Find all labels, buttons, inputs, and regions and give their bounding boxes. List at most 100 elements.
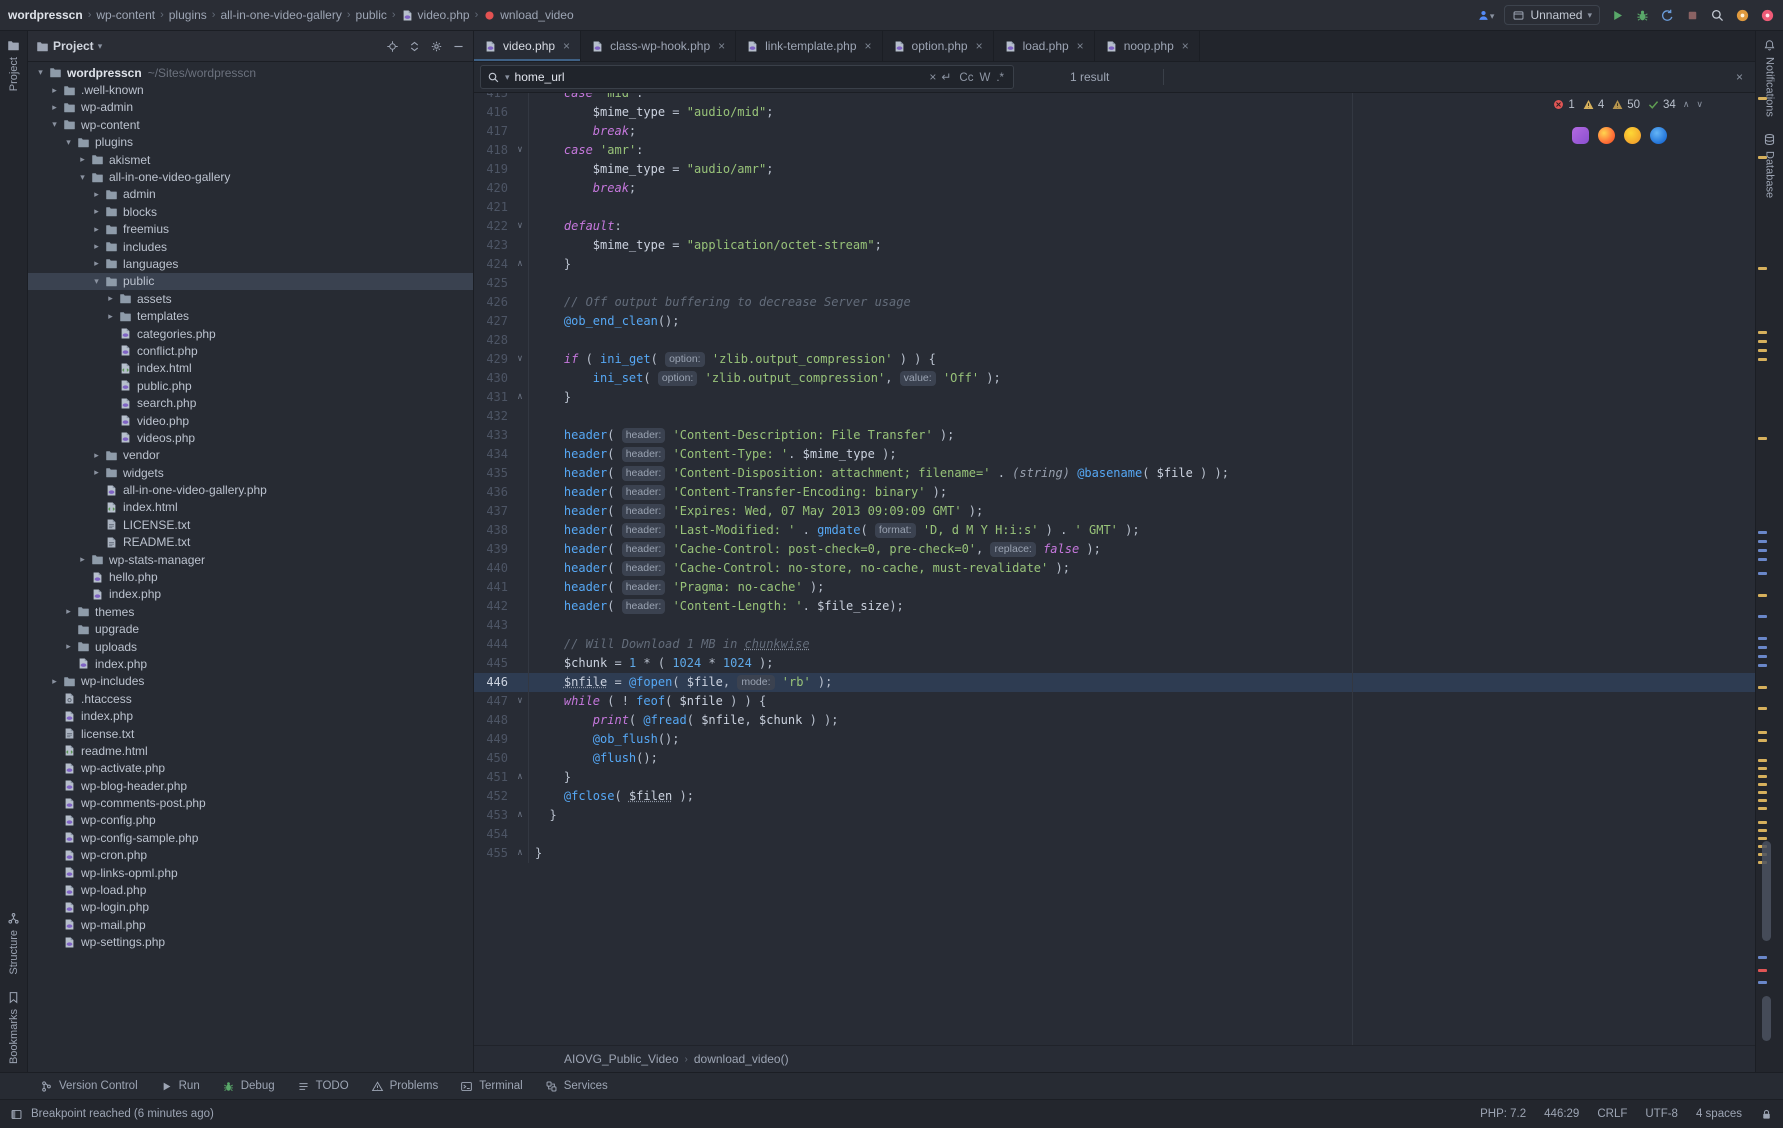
stop-button[interactable] xyxy=(1685,7,1700,22)
tree-item[interactable]: README.txt xyxy=(28,534,473,551)
error-stripe-mark[interactable] xyxy=(1758,594,1767,597)
tree-item[interactable]: search.php xyxy=(28,394,473,411)
tree-item[interactable]: wp-activate.php xyxy=(28,760,473,777)
collapsed-chevron-icon[interactable]: ▸ xyxy=(48,676,61,687)
editor-breadcrumb-item[interactable]: AIOVG_Public_Video xyxy=(564,1052,679,1066)
tree-item[interactable]: ▸includes xyxy=(28,238,473,255)
code-line[interactable]: 419 $mime_type = "audio/amr"; xyxy=(474,160,1755,179)
editor-tab[interactable]: video.php× xyxy=(474,31,581,61)
tool-window-button-debug[interactable]: Debug xyxy=(222,1080,275,1093)
code-line[interactable]: 431∧ } xyxy=(474,388,1755,407)
editor-scrollbar-thumb[interactable] xyxy=(1762,841,1771,941)
tree-item[interactable]: wp-config-sample.php xyxy=(28,829,473,846)
error-stripe-mark[interactable] xyxy=(1758,156,1767,159)
tree-item[interactable]: wp-load.php xyxy=(28,881,473,898)
tree-item[interactable]: ▸languages xyxy=(28,255,473,272)
code-line[interactable]: 444 // Will Download 1 MB in chunkwise xyxy=(474,635,1755,654)
close-tab-icon[interactable]: × xyxy=(865,39,872,53)
error-stripe-mark[interactable] xyxy=(1758,707,1767,710)
find-query[interactable]: home_url xyxy=(515,70,925,84)
chevron-down-icon[interactable]: ▾ xyxy=(98,41,103,52)
tree-item[interactable]: hello.php xyxy=(28,568,473,585)
firefox-browser-icon[interactable] xyxy=(1598,127,1615,144)
tool-window-button-run[interactable]: Run xyxy=(160,1080,200,1093)
code-line[interactable]: 424∧ } xyxy=(474,255,1755,274)
error-stripe-mark[interactable] xyxy=(1758,821,1767,824)
collapsed-chevron-icon[interactable]: ▸ xyxy=(90,189,103,200)
code-line[interactable]: 422∨ default: xyxy=(474,217,1755,236)
code-line[interactable]: 429∨ if ( ini_get( option: 'zlib.output_… xyxy=(474,350,1755,369)
breadcrumb-item[interactable]: plugins xyxy=(169,8,207,22)
code-line[interactable]: 453∧ } xyxy=(474,806,1755,825)
tree-item[interactable]: ▸admin xyxy=(28,186,473,203)
tree-item[interactable]: ▸blocks xyxy=(28,203,473,220)
error-stripe-mark[interactable] xyxy=(1758,739,1767,742)
tree-item[interactable]: ▸akismet xyxy=(28,151,473,168)
code-line[interactable]: 445 $chunk = 1 * ( 1024 * 1024 ); xyxy=(474,654,1755,673)
tool-stripe-button-notifications[interactable]: Notifications xyxy=(1763,31,1776,125)
tree-item[interactable]: ▾all-in-one-video-gallery xyxy=(28,168,473,185)
prev-error-icon[interactable]: ∧ xyxy=(1683,99,1690,110)
tree-item[interactable]: upgrade xyxy=(28,621,473,638)
tool-window-button-todo[interactable]: TODO xyxy=(297,1080,349,1093)
words-toggle[interactable]: W xyxy=(976,72,993,84)
tool-stripe-button-structure[interactable]: Structure xyxy=(7,904,20,983)
editor-tab[interactable]: class-wp-hook.php× xyxy=(581,31,736,61)
error-stripe-mark[interactable] xyxy=(1758,767,1767,770)
error-stripe-mark[interactable] xyxy=(1758,646,1767,649)
error-stripe-mark[interactable] xyxy=(1758,981,1767,984)
settings-icon[interactable] xyxy=(430,40,443,53)
code-line[interactable]: 447∨ while ( ! feof( $nfile ) ) { xyxy=(474,692,1755,711)
tool-stripe-button-database[interactable]: Database xyxy=(1763,125,1776,206)
error-stripe-mark[interactable] xyxy=(1758,783,1767,786)
code-line[interactable]: 451∧ } xyxy=(474,768,1755,787)
tree-item[interactable]: ▾wordpresscn~/Sites/wordpresscn xyxy=(28,64,473,81)
code-line[interactable]: 442 header( header: 'Content-Length: '. … xyxy=(474,597,1755,616)
error-stripe-mark[interactable] xyxy=(1758,759,1767,762)
safari-browser-icon[interactable] xyxy=(1650,127,1667,144)
fold-marker-icon[interactable]: ∨ xyxy=(512,141,529,160)
error-stripe-mark[interactable] xyxy=(1758,267,1767,270)
fold-marker-icon[interactable]: ∨ xyxy=(512,350,529,369)
breadcrumb-item[interactable]: wp-content xyxy=(96,8,155,22)
tool-window-button-version-control[interactable]: Version Control xyxy=(40,1080,138,1093)
error-stripe-mark[interactable] xyxy=(1758,655,1767,658)
error-stripe-mark[interactable] xyxy=(1758,615,1767,618)
lock-icon[interactable] xyxy=(1760,1108,1773,1121)
editor-tab[interactable]: noop.php× xyxy=(1095,31,1200,61)
tree-item[interactable]: index.html xyxy=(28,499,473,516)
breadcrumb-item[interactable]: wordpresscn xyxy=(8,8,83,22)
tree-item[interactable]: ▸vendor xyxy=(28,447,473,464)
code-editor[interactable]: 415 case 'mid':416 $mime_type = "audio/m… xyxy=(474,93,1755,1045)
editor-tab[interactable]: load.php× xyxy=(994,31,1095,61)
tool-stripe-button-bookmarks[interactable]: Bookmarks xyxy=(7,983,20,1072)
tree-item[interactable]: video.php xyxy=(28,412,473,429)
locate-icon[interactable] xyxy=(386,40,399,53)
error-stripe-mark[interactable] xyxy=(1758,837,1767,840)
code-line[interactable]: 423 $mime_type = "application/octet-stre… xyxy=(474,236,1755,255)
tree-item[interactable]: wp-comments-post.php xyxy=(28,794,473,811)
regex-toggle[interactable]: .* xyxy=(993,72,1007,84)
newline-icon[interactable]: ↵ xyxy=(941,70,951,84)
error-stripe-mark[interactable] xyxy=(1758,349,1767,352)
tree-item[interactable]: all-in-one-video-gallery.php xyxy=(28,481,473,498)
code-line[interactable]: 426 // Off output buffering to decrease … xyxy=(474,293,1755,312)
error-stripe-mark[interactable] xyxy=(1758,731,1767,734)
editor-tab[interactable]: option.php× xyxy=(883,31,994,61)
code-line[interactable]: 439 header( header: 'Cache-Control: post… xyxy=(474,540,1755,559)
error-stripe-mark[interactable] xyxy=(1758,531,1767,534)
tree-item[interactable]: ▸templates xyxy=(28,307,473,324)
fold-marker-icon[interactable]: ∧ xyxy=(512,844,529,863)
tree-item[interactable]: ▸.well-known xyxy=(28,81,473,98)
tab-options-icon[interactable] xyxy=(1731,31,1755,61)
code-line[interactable]: 418∨ case 'amr': xyxy=(474,141,1755,160)
chrome-browser-icon[interactable] xyxy=(1624,127,1641,144)
tree-item[interactable]: conflict.php xyxy=(28,342,473,359)
collapsed-chevron-icon[interactable]: ▸ xyxy=(90,467,103,478)
code-line[interactable]: 448 print( @fread( $nfile, $chunk ) ); xyxy=(474,711,1755,730)
tool-window-button-services[interactable]: Services xyxy=(545,1080,608,1093)
tree-item[interactable]: license.txt xyxy=(28,725,473,742)
expanded-chevron-icon[interactable]: ▾ xyxy=(34,67,47,78)
tool-stripe-button-project[interactable]: Project xyxy=(7,31,20,99)
code-line[interactable]: 435 header( header: 'Content-Disposition… xyxy=(474,464,1755,483)
